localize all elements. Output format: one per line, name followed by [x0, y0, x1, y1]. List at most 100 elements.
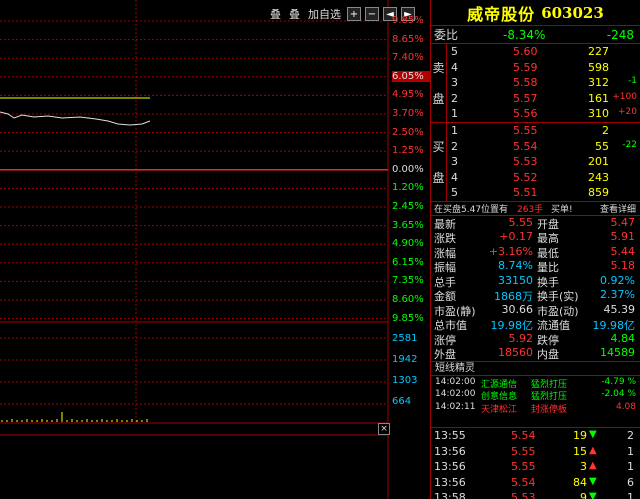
order-ratio-value: -8.34%	[503, 27, 546, 42]
sell-level-row[interactable]: 5 5.60 227	[431, 44, 640, 60]
trade-row: 13:56 5.55 15 ▲ 1	[431, 444, 640, 460]
elf-time: 14:02:00	[435, 389, 476, 400]
arrow-up-icon: ▲	[589, 460, 597, 472]
chart-canvas	[0, 0, 389, 499]
stat-row: 总市值 19.98亿 流通值 19.98亿	[431, 317, 640, 332]
volume-tick-label: 664	[392, 396, 412, 407]
stat-row: 最新 5.55 开盘 5.47	[431, 216, 640, 231]
stat-value: 33150	[498, 273, 533, 287]
stat-value: 14589	[600, 346, 635, 360]
arrow-down-icon: ▼	[589, 475, 597, 487]
trade-row: 13:58 5.53 9 ▼ 1	[431, 490, 640, 499]
buy-level-row[interactable]: 2 5.54 55 -22	[431, 139, 640, 155]
trade-time: 13:56	[434, 460, 466, 474]
percent-tick-label: 1.25%	[392, 145, 424, 157]
trade-price: 5.53	[511, 491, 536, 499]
volume-tick-label: 1942	[392, 354, 418, 365]
percent-tick-label: 9.85%	[392, 312, 424, 324]
sell-level-row[interactable]: 1 5.56 310 +20	[431, 106, 640, 122]
buy-level-row[interactable]: 1 5.55 2	[431, 123, 640, 139]
elf-time: 14:02:00	[435, 376, 476, 387]
stock-title: 威帝股份 603023	[431, 0, 640, 26]
toolbar-item-stack[interactable]: 叠	[287, 6, 302, 22]
sell-level: 2	[451, 91, 458, 105]
percent-tick-label: 3.65%	[392, 219, 424, 231]
trade-volume: 3	[580, 460, 587, 474]
trade-volume: 9	[580, 491, 587, 499]
view-detail-link[interactable]: 查看详细	[600, 202, 636, 215]
percent-tick-label: 9.85%	[392, 15, 424, 26]
percent-tick-label: 2.45%	[392, 201, 424, 212]
buy-quantity: 201	[588, 155, 609, 169]
percent-tick-label: 6.15%	[392, 256, 424, 268]
trade-price: 5.55	[511, 444, 536, 458]
sell-level-row[interactable]: 4 5.59 598	[431, 60, 640, 76]
trade-time: 13:56	[434, 444, 466, 458]
trade-volume: 19	[573, 428, 587, 442]
buy-level-row[interactable]: 4 5.52 243	[431, 170, 640, 186]
sell-level: 3	[451, 76, 458, 90]
elf-change: 4.08	[615, 401, 636, 412]
zoom-out-button[interactable]: −	[365, 7, 379, 21]
add-favorite-button[interactable]: 加自选	[306, 6, 343, 22]
stat-value: 5.18	[610, 259, 636, 273]
toolbar-item-overlay[interactable]: 叠	[268, 6, 283, 22]
buy-quantity: 2	[602, 123, 609, 137]
buy-price: 5.51	[513, 186, 538, 200]
trade-time: 13:58	[434, 491, 466, 499]
stat-row: 涨幅 +3.16% 最低 5.44	[431, 245, 640, 260]
intraday-chart: 叠 叠 加自选 + − ◄ ► 9.85% 8.65% 7.40% 6.05% 4.95…	[0, 0, 430, 499]
sell-quantity: 161	[588, 91, 609, 105]
alert-action: 买单!	[551, 204, 573, 215]
volume-tick-label: 2581	[392, 333, 418, 344]
stat-value: 45.39	[603, 302, 636, 316]
stat-value: 5.47	[610, 215, 636, 229]
buy-quantity: 55	[595, 139, 609, 153]
stat-value: 5.55	[508, 215, 534, 229]
trade-row: 13:56 5.55 3 ▲ 1	[431, 459, 640, 475]
stat-value: 0.92%	[600, 273, 635, 287]
sell-level-row[interactable]: 2 5.57 161 +100	[431, 91, 640, 107]
order-ratio-label: 委比	[434, 28, 459, 42]
stat-label: 外盘	[434, 348, 456, 362]
elf-row[interactable]: 14:02:00 汇源通信 猛烈打压 -4.79 %	[431, 376, 640, 390]
buy-level: 1	[451, 123, 458, 137]
percent-tick-label: 8.60%	[392, 294, 424, 305]
buy-price: 5.52	[513, 170, 538, 184]
short-term-elf-title[interactable]: 短线精灵	[431, 362, 640, 376]
sell-price: 5.56	[513, 107, 538, 121]
percent-tick-label: 8.65%	[392, 33, 424, 45]
trade-count: 1	[627, 444, 634, 458]
percent-tick-label: 4.90%	[392, 238, 424, 250]
trade-count: 1	[627, 460, 634, 474]
elf-row[interactable]: 14:02:00 创意信息 猛烈打压 -2.04 %	[431, 388, 640, 402]
buy-price: 5.53	[513, 155, 538, 169]
arrow-down-icon: ▼	[589, 428, 597, 440]
buy-level-row[interactable]: 5 5.51 859	[431, 185, 640, 201]
trade-volume: 15	[573, 444, 587, 458]
stat-row: 振幅 8.74% 量比 5.18	[431, 259, 640, 274]
sell-change: +100	[612, 91, 637, 102]
close-volume-pane-button[interactable]: ×	[378, 423, 390, 435]
large-order-alert: 在买盘5.47位置有 263手 买单! 查看详细	[431, 202, 640, 216]
stat-value: 5.91	[610, 230, 636, 244]
buy-level-row[interactable]: 3 5.53 201	[431, 154, 640, 170]
stat-value: 5.44	[610, 244, 636, 258]
volume-tick-label: 1303	[392, 375, 418, 386]
zoom-in-button[interactable]: +	[347, 7, 361, 21]
buy-level: 4	[451, 170, 458, 184]
sell-quantity: 598	[588, 60, 609, 74]
sell-price: 5.58	[513, 76, 538, 90]
sell-quantity: 227	[588, 45, 609, 58]
order-ratio-row: 委比 -8.34% -248	[431, 26, 640, 44]
trade-count: 6	[627, 475, 634, 489]
elf-row[interactable]: 14:02:11 天津松江 封涨停板 4.08	[431, 401, 640, 415]
trade-volume: 84	[573, 475, 587, 489]
percent-tick-label: 1.20%	[392, 182, 424, 194]
sell-level-row[interactable]: 3 5.58 312 -1	[431, 75, 640, 91]
buy-order-book: 买 盘 1 5.55 2 2 5.54 55 -22 3 5.53 201 4 5.52 243 5 5.5…	[431, 122, 640, 202]
stat-value: 2.37%	[600, 288, 635, 302]
trade-count: 1	[627, 491, 634, 499]
stock-code: 603023	[541, 3, 604, 22]
sell-price: 5.57	[513, 91, 538, 105]
